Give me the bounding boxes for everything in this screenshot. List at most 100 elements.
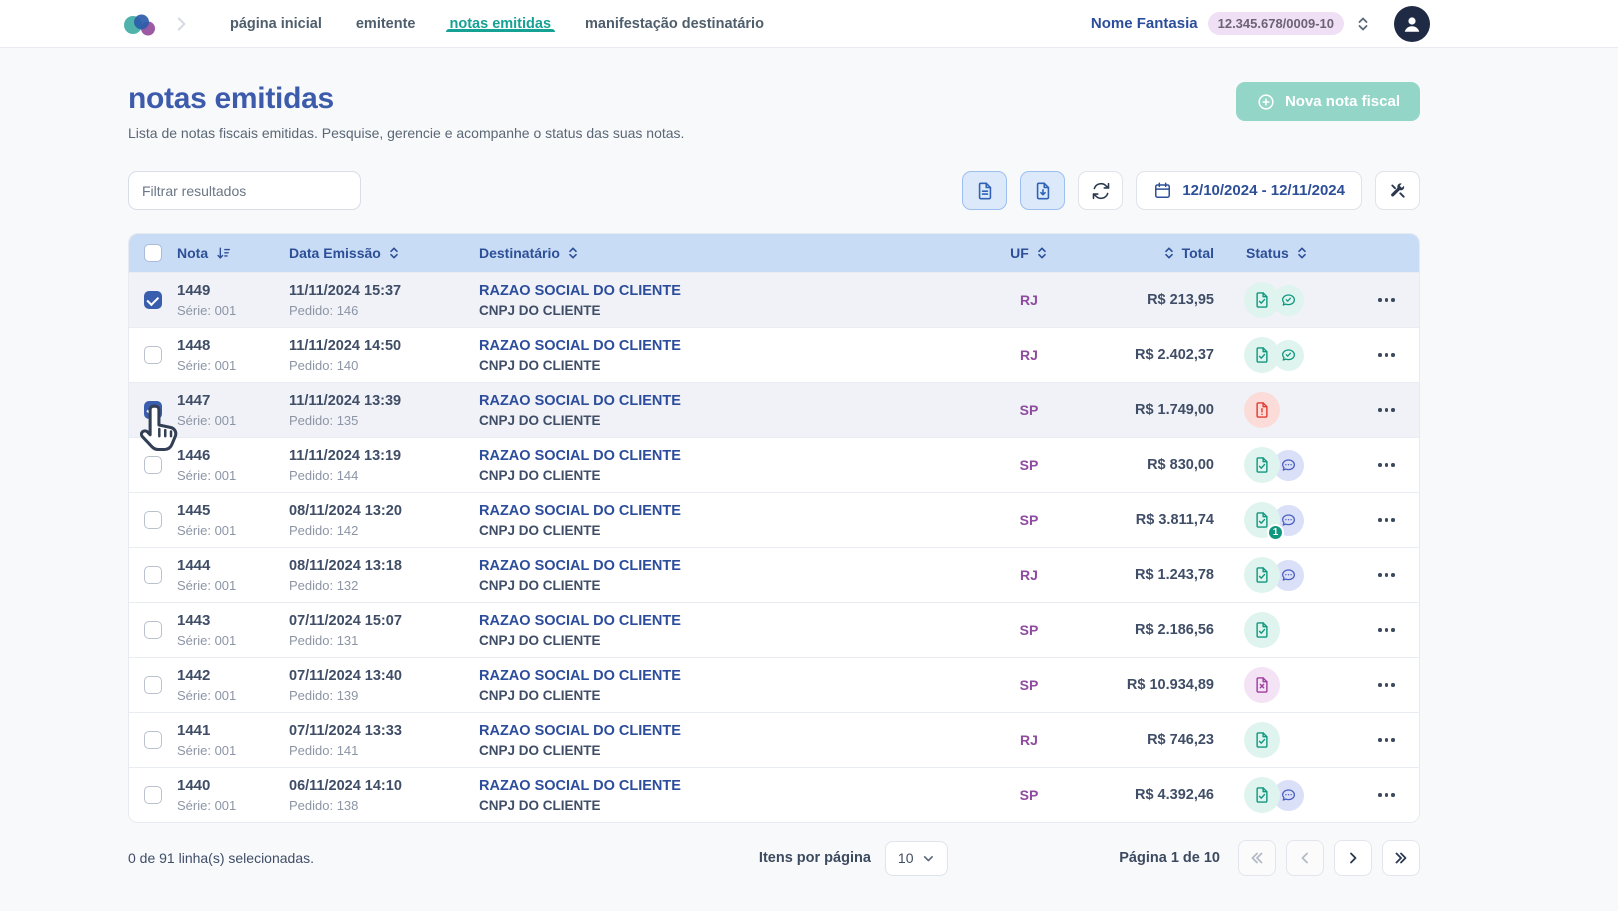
double-chevron-right-icon [1393, 850, 1409, 866]
column-header-uf[interactable]: UF [1010, 245, 1029, 261]
uf-value: SP [984, 787, 1074, 803]
company-switcher-icon[interactable] [1356, 16, 1370, 32]
nota-number: 1446 [177, 447, 289, 464]
row-menu-button[interactable] [1372, 675, 1401, 695]
destinatario-link[interactable]: RAZAO SOCIAL DO CLIENTE [479, 613, 984, 629]
total-value: R$ 4.392,46 [1074, 787, 1224, 803]
total-value: R$ 2.186,56 [1074, 622, 1224, 638]
destinatario-link[interactable]: RAZAO SOCIAL DO CLIENTE [479, 668, 984, 684]
doc-check-icon[interactable]: 1 [1244, 502, 1280, 538]
app-logo-icon[interactable] [122, 9, 158, 39]
row-checkbox[interactable] [144, 731, 162, 749]
row-checkbox[interactable] [144, 621, 162, 639]
nota-serie: Série: 001 [177, 523, 289, 538]
row-checkbox[interactable] [144, 401, 162, 419]
status-icons [1224, 768, 1354, 822]
calendar-icon [1153, 181, 1172, 200]
row-menu-button[interactable] [1372, 400, 1401, 420]
total-value: R$ 830,00 [1074, 457, 1224, 473]
sort-chevrons-icon[interactable] [1036, 245, 1048, 261]
settings-tools-button[interactable] [1375, 171, 1420, 210]
status-icons: 1 [1224, 493, 1354, 547]
row-checkbox[interactable] [144, 346, 162, 364]
column-header-total[interactable]: Total [1182, 245, 1214, 261]
new-invoice-button[interactable]: Nova nota fiscal [1236, 82, 1420, 121]
select-all-checkbox[interactable] [144, 244, 162, 262]
last-page-button[interactable] [1382, 840, 1420, 876]
doc-check-icon[interactable] [1244, 557, 1280, 593]
sort-chevrons-icon[interactable] [567, 245, 579, 261]
sort-chevrons-icon[interactable] [1296, 245, 1308, 261]
destinatario-link[interactable]: RAZAO SOCIAL DO CLIENTE [479, 283, 984, 299]
destinatario-link[interactable]: RAZAO SOCIAL DO CLIENTE [479, 448, 984, 464]
nota-number: 1448 [177, 337, 289, 354]
row-menu-button[interactable] [1372, 455, 1401, 475]
nota-number: 1449 [177, 282, 289, 299]
table-row: 1449 Série: 001 11/11/2024 15:37 Pedido:… [129, 272, 1419, 327]
date-range-label: 12/10/2024 - 12/11/2024 [1182, 182, 1345, 199]
column-header-status[interactable]: Status [1246, 245, 1289, 261]
row-checkbox[interactable] [144, 786, 162, 804]
row-checkbox[interactable] [144, 291, 162, 309]
items-per-page-label: Itens por página [759, 850, 871, 866]
status-icons [1224, 383, 1354, 437]
nota-number: 1447 [177, 392, 289, 409]
row-menu-button[interactable] [1372, 290, 1401, 310]
row-checkbox[interactable] [144, 511, 162, 529]
row-checkbox[interactable] [144, 676, 162, 694]
doc-check-icon[interactable] [1244, 282, 1280, 318]
nota-number: 1443 [177, 612, 289, 629]
column-header-data-emissao[interactable]: Data Emissão [289, 245, 381, 261]
previous-page-button[interactable] [1286, 840, 1324, 876]
row-checkbox[interactable] [144, 456, 162, 474]
download-document-button[interactable] [1020, 171, 1065, 210]
sort-descending-icon[interactable] [215, 245, 232, 262]
row-menu-button[interactable] [1372, 785, 1401, 805]
destinatario-link[interactable]: RAZAO SOCIAL DO CLIENTE [479, 393, 984, 409]
destinatario-link[interactable]: RAZAO SOCIAL DO CLIENTE [479, 558, 984, 574]
doc-check-icon[interactable] [1244, 777, 1280, 813]
destinatario-link[interactable]: RAZAO SOCIAL DO CLIENTE [479, 778, 984, 794]
destinatario-link[interactable]: RAZAO SOCIAL DO CLIENTE [479, 723, 984, 739]
row-menu-button[interactable] [1372, 620, 1401, 640]
emission-date: 11/11/2024 13:39 [289, 393, 479, 409]
user-avatar[interactable] [1394, 6, 1430, 42]
row-menu-button[interactable] [1372, 345, 1401, 365]
destinatario-link[interactable]: RAZAO SOCIAL DO CLIENTE [479, 503, 984, 519]
tab-notas-emitidas[interactable]: notas emitidas [450, 16, 552, 32]
nota-number: 1441 [177, 722, 289, 739]
next-page-button[interactable] [1334, 840, 1372, 876]
destinatario-link[interactable]: RAZAO SOCIAL DO CLIENTE [479, 338, 984, 354]
tab-pagina-inicial[interactable]: página inicial [230, 16, 322, 32]
sort-chevrons-icon[interactable] [1163, 245, 1175, 261]
date-range-button[interactable]: 12/10/2024 - 12/11/2024 [1136, 171, 1362, 210]
uf-value: RJ [984, 347, 1074, 363]
doc-error-icon[interactable] [1244, 392, 1280, 428]
doc-check-icon[interactable] [1244, 612, 1280, 648]
doc-check-icon[interactable] [1244, 447, 1280, 483]
tab-manifestacao-destinatario[interactable]: manifestação destinatário [585, 16, 764, 32]
nota-serie: Série: 001 [177, 633, 289, 648]
row-menu-button[interactable] [1372, 565, 1401, 585]
row-menu-button[interactable] [1372, 510, 1401, 530]
refresh-button[interactable] [1078, 171, 1123, 210]
export-document-button[interactable] [962, 171, 1007, 210]
doc-cancel-icon[interactable] [1244, 667, 1280, 703]
column-header-nota[interactable]: Nota [177, 245, 208, 261]
nota-serie: Série: 001 [177, 578, 289, 593]
uf-value: SP [984, 402, 1074, 418]
first-page-button[interactable] [1238, 840, 1276, 876]
doc-check-icon[interactable] [1244, 722, 1280, 758]
sort-chevrons-icon[interactable] [388, 245, 400, 261]
items-per-page-select[interactable]: 10 [885, 841, 948, 876]
row-checkbox[interactable] [144, 566, 162, 584]
main-content: notas emitidas Lista de notas fiscais em… [128, 82, 1420, 896]
column-header-destinatario[interactable]: Destinatário [479, 245, 560, 261]
table-row: 1446 Série: 001 11/11/2024 13:19 Pedido:… [129, 437, 1419, 492]
doc-check-icon[interactable] [1244, 337, 1280, 373]
row-menu-button[interactable] [1372, 730, 1401, 750]
filter-input[interactable] [128, 171, 361, 210]
company-name: Nome Fantasia [1091, 15, 1198, 32]
table-row: 1447 Série: 001 11/11/2024 13:39 Pedido:… [129, 382, 1419, 437]
tab-emitente[interactable]: emitente [356, 16, 416, 32]
